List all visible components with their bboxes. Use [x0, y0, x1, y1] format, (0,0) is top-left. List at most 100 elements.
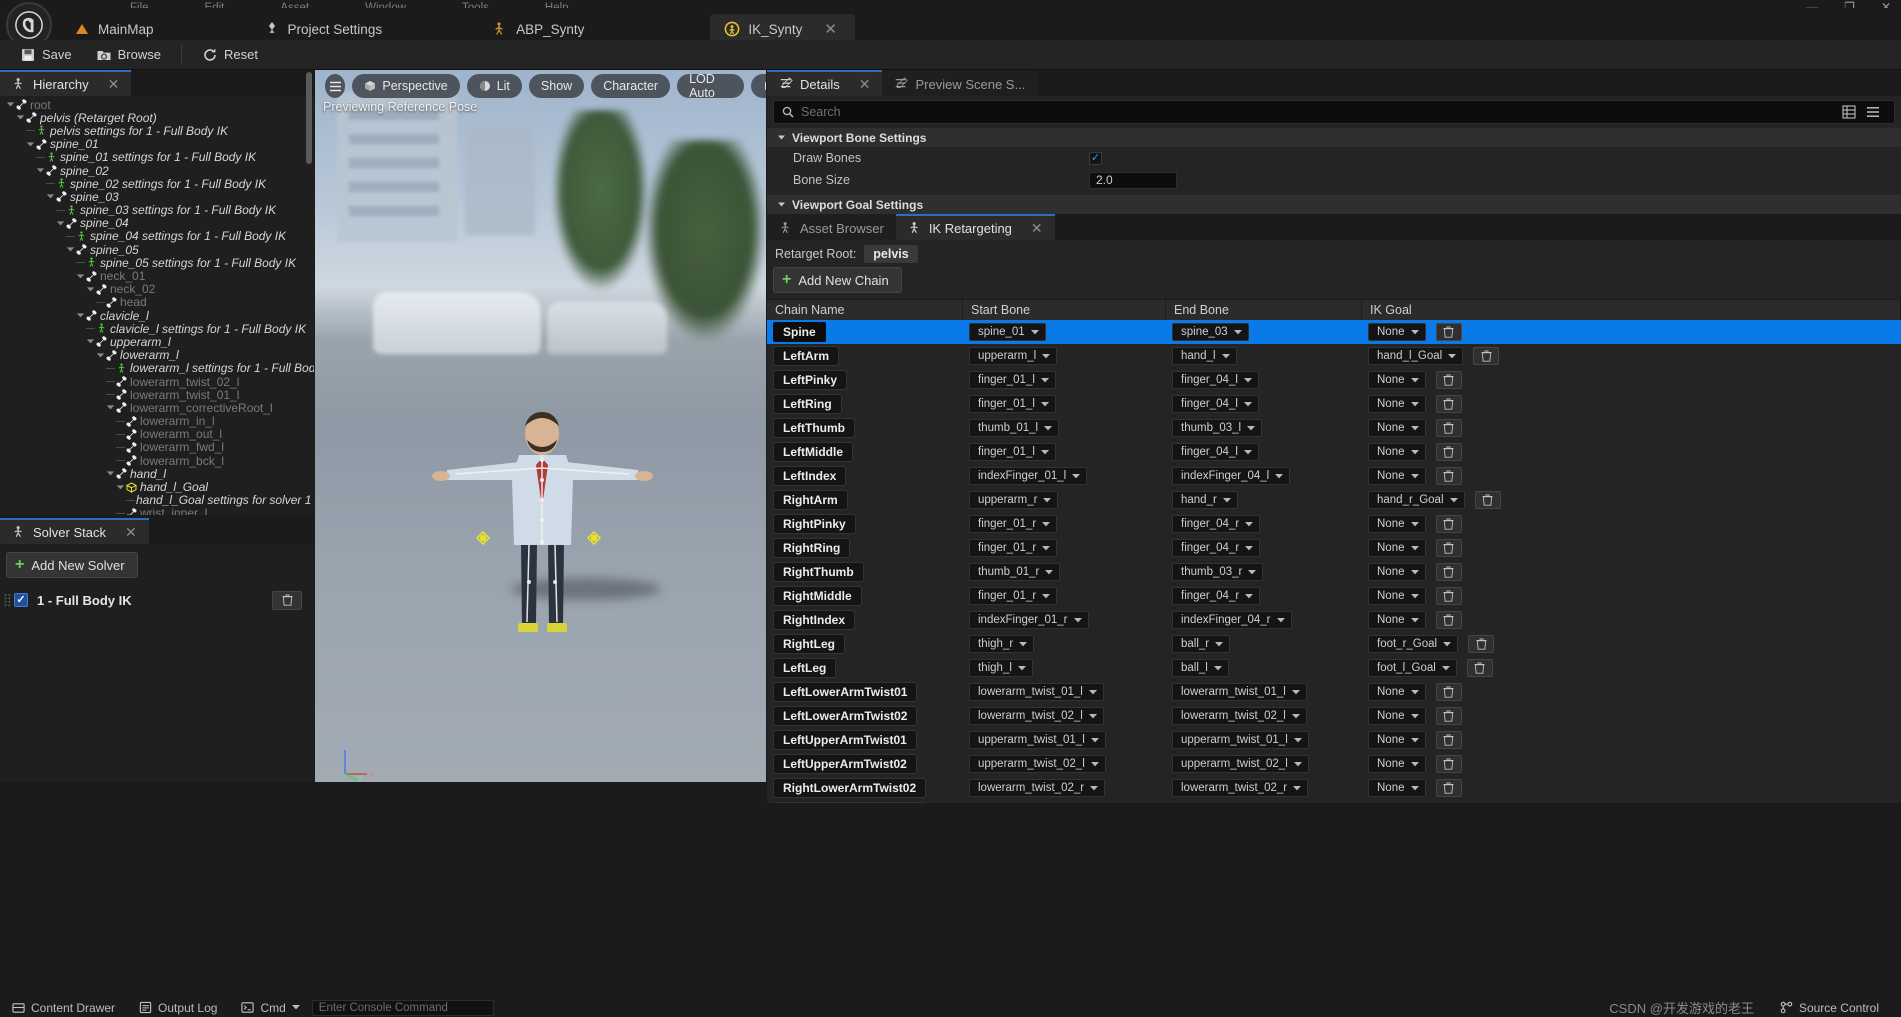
hierarchy-tree-item[interactable]: lowerarm_in_l [0, 414, 314, 428]
start-bone-cell[interactable]: lowerarm_twist_02_r [963, 779, 1166, 797]
end-bone-dropdown[interactable]: ball_r [1172, 635, 1231, 653]
hierarchy-tree-item[interactable]: spine_03 [0, 190, 314, 204]
ik-goal-dropdown[interactable]: None [1368, 587, 1426, 605]
source-control-button[interactable]: Source Control [1768, 998, 1891, 1017]
chain-table-row[interactable]: RightLeg thigh_r ball_r foot_r_Goal [767, 632, 1901, 656]
end-bone-dropdown[interactable]: finger_04_l [1172, 371, 1259, 389]
end-bone-cell[interactable]: thumb_03_l [1166, 419, 1362, 437]
delete-chain-button[interactable] [1435, 323, 1462, 341]
end-bone-cell[interactable]: thumb_03_r [1166, 563, 1362, 581]
end-bone-cell[interactable]: lowerarm_twist_01_l [1166, 683, 1362, 701]
chain-name-cell[interactable]: Spine [767, 322, 963, 342]
ik-goal-dropdown[interactable]: None [1368, 563, 1426, 581]
tab-ik-synty-close-icon[interactable]: ✕ [824, 22, 837, 37]
chain-table-row[interactable]: LeftIndex indexFinger_01_l indexFinger_04_… [767, 464, 1901, 488]
ik-goal-cell[interactable]: None [1362, 443, 1901, 461]
ik-goal-cell[interactable]: None [1362, 707, 1901, 725]
ik-goal-cell[interactable]: hand_l_Goal [1362, 347, 1901, 365]
start-bone-cell[interactable]: spine_01 [963, 323, 1166, 341]
hierarchy-tree-item[interactable]: lowerarm_correctiveRoot_l [0, 401, 314, 415]
start-bone-cell[interactable]: lowerarm_twist_01_l [963, 683, 1166, 701]
start-bone-cell[interactable]: upperarm_twist_02_l [963, 755, 1166, 773]
start-bone-dropdown[interactable]: finger_01_r [969, 515, 1058, 533]
hierarchy-tree-item[interactable]: lowerarm_l [0, 348, 314, 362]
start-bone-cell[interactable]: thumb_01_r [963, 563, 1166, 581]
hierarchy-tree-item[interactable]: head [0, 295, 314, 309]
hierarchy-tree-item[interactable]: lowerarm_bck_l [0, 454, 314, 468]
chain-table-row[interactable]: RightIndex indexFinger_01_r indexFinger_04… [767, 608, 1901, 632]
expand-arrow-icon[interactable] [16, 113, 25, 122]
start-bone-dropdown[interactable]: upperarm_r [969, 491, 1059, 509]
end-bone-cell[interactable]: upperarm_twist_02_l [1166, 755, 1362, 773]
tab-hierarchy-close-icon[interactable]: ✕ [108, 76, 120, 93]
delete-chain-button[interactable] [1435, 731, 1462, 749]
start-bone-dropdown[interactable]: upperarm_l [969, 347, 1058, 365]
expand-arrow-icon[interactable] [66, 245, 75, 254]
delete-chain-button[interactable] [1466, 659, 1493, 677]
hierarchy-tree-item[interactable]: pelvis (Retarget Root) [0, 111, 314, 125]
chain-name-cell[interactable]: RightRing [767, 538, 963, 558]
start-bone-cell[interactable]: upperarm_twist_01_l [963, 731, 1166, 749]
chain-table-row[interactable]: RightLowerArmTwist02 lowerarm_twist_02_r l… [767, 776, 1901, 800]
tab-solver-stack[interactable]: Solver Stack ✕ [0, 518, 149, 544]
hierarchy-tree-item[interactable]: neck_02 [0, 282, 314, 296]
hierarchy-tree-item[interactable]: spine_03 settings for 1 - Full Body IK [0, 203, 314, 217]
hierarchy-tree[interactable]: root pelvis (Retarget Root) pelvis setting… [0, 96, 314, 515]
retarget-root-value[interactable]: pelvis [864, 245, 918, 263]
chain-name-cell[interactable]: LeftUpperArmTwist02 [767, 754, 963, 774]
delete-chain-button[interactable] [1435, 443, 1462, 461]
ik-goal-dropdown[interactable]: foot_l_Goal [1368, 659, 1457, 677]
tab-asset-browser[interactable]: Asset Browser [767, 214, 896, 240]
ik-goal-dropdown[interactable]: None [1368, 419, 1426, 437]
end-bone-dropdown[interactable]: ball_l [1172, 659, 1229, 677]
end-bone-cell[interactable]: spine_03 [1166, 323, 1362, 341]
end-bone-dropdown[interactable]: lowerarm_twist_02_r [1172, 779, 1309, 797]
ik-goal-dropdown[interactable]: None [1368, 707, 1426, 725]
chain-table-row[interactable]: LeftMiddle finger_01_l finger_04_l None [767, 440, 1901, 464]
start-bone-cell[interactable]: finger_01_r [963, 539, 1166, 557]
start-bone-cell[interactable]: finger_01_r [963, 587, 1166, 605]
delete-chain-button[interactable] [1435, 587, 1462, 605]
end-bone-dropdown[interactable]: hand_l [1172, 347, 1237, 365]
start-bone-dropdown[interactable]: thigh_l [969, 659, 1033, 677]
chain-name-cell[interactable]: LeftMiddle [767, 442, 963, 462]
column-header-end-bone[interactable]: End Bone [1166, 300, 1362, 320]
end-bone-cell[interactable]: hand_l [1166, 347, 1362, 365]
expand-arrow-icon[interactable] [96, 351, 105, 360]
chain-table-row[interactable]: LeftRing finger_01_l finger_04_l None [767, 392, 1901, 416]
tab-solver-stack-close-icon[interactable]: ✕ [125, 524, 137, 541]
end-bone-cell[interactable]: ball_l [1166, 659, 1362, 677]
start-bone-cell[interactable]: finger_01_l [963, 395, 1166, 413]
hierarchy-tree-item[interactable]: lowerarm_out_l [0, 427, 314, 441]
delete-chain-button[interactable] [1435, 563, 1462, 581]
hierarchy-tree-item[interactable]: upperarm_l [0, 335, 314, 349]
end-bone-cell[interactable]: finger_04_l [1166, 395, 1362, 413]
delete-chain-button[interactable] [1435, 755, 1462, 773]
settings-filter-icon[interactable] [1866, 105, 1880, 119]
ik-goal-dropdown[interactable]: None [1368, 395, 1426, 413]
hierarchy-tree-item[interactable]: hand_l [0, 467, 314, 481]
column-header-start-bone[interactable]: Start Bone [963, 300, 1166, 320]
start-bone-dropdown[interactable]: indexFinger_01_r [969, 611, 1089, 629]
grid-view-icon[interactable] [1842, 105, 1856, 119]
end-bone-dropdown[interactable]: lowerarm_twist_02_l [1172, 707, 1307, 725]
end-bone-dropdown[interactable]: lowerarm_twist_01_l [1172, 683, 1307, 701]
chain-table-row[interactable]: LeftUpperArmTwist01 upperarm_twist_01_l up… [767, 728, 1901, 752]
hierarchy-tree-item[interactable]: spine_02 settings for 1 - Full Body IK [0, 177, 314, 191]
expand-arrow-icon[interactable] [76, 311, 85, 320]
show-menu-button[interactable]: Show [528, 74, 585, 98]
ik-goal-dropdown[interactable]: hand_l_Goal [1368, 347, 1464, 365]
tab-details-close-icon[interactable]: ✕ [859, 76, 871, 93]
delete-solver-button[interactable] [272, 590, 302, 610]
chain-table-row[interactable]: RightMiddle finger_01_r finger_04_r None [767, 584, 1901, 608]
character-preview[interactable] [415, 400, 670, 650]
browse-button[interactable]: Browse [86, 43, 171, 67]
start-bone-dropdown[interactable]: indexFinger_01_l [969, 467, 1088, 485]
start-bone-dropdown[interactable]: upperarm_twist_01_l [969, 731, 1106, 749]
expand-arrow-icon[interactable] [6, 100, 15, 109]
content-drawer-button[interactable]: Content Drawer [0, 998, 127, 1017]
expand-arrow-icon[interactable] [86, 285, 95, 294]
ik-goal-dropdown[interactable]: None [1368, 443, 1426, 461]
hierarchy-tree-item[interactable]: clavicle_l [0, 309, 314, 323]
end-bone-cell[interactable]: finger_04_r [1166, 587, 1362, 605]
